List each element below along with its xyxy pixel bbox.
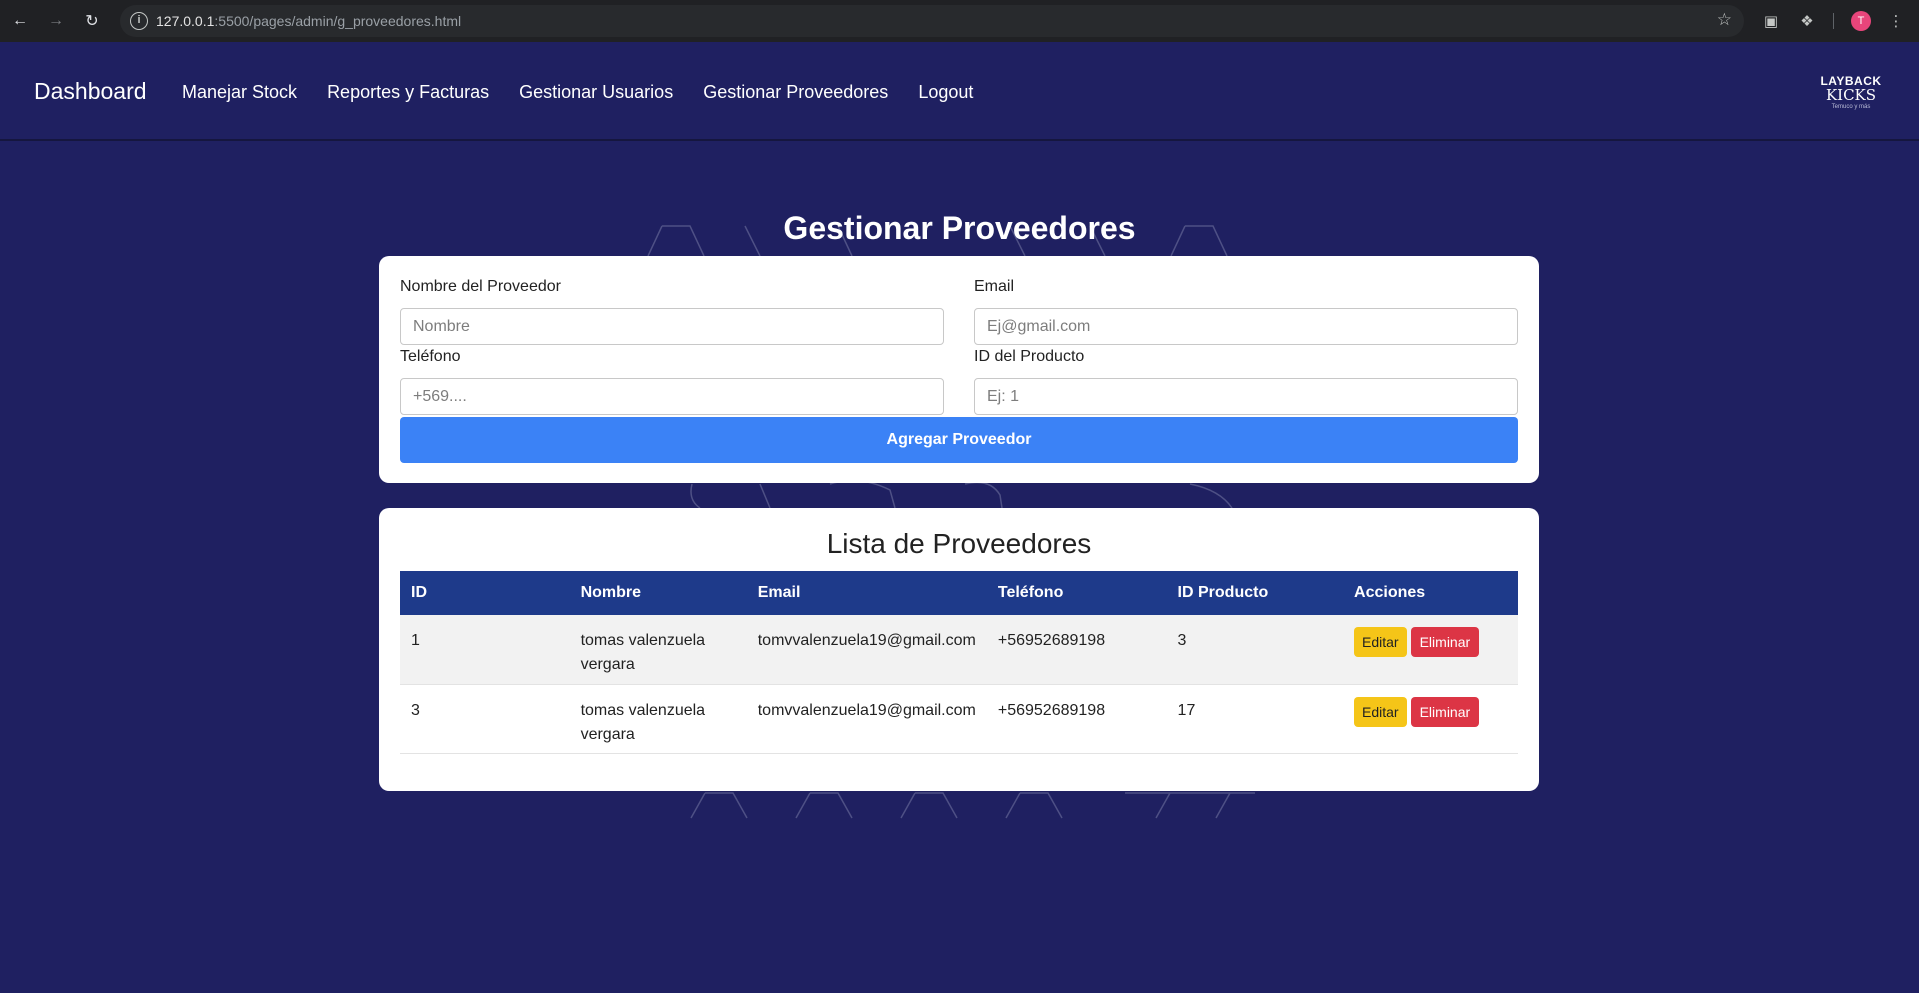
email-label: Email <box>974 278 1015 295</box>
header-nombre: Nombre <box>580 584 642 601</box>
name-input[interactable] <box>400 308 944 345</box>
header-id-producto: ID Producto <box>1177 584 1269 601</box>
header-acciones: Acciones <box>1354 584 1426 601</box>
url-text[interactable]: 127.0.0.1:5500/pages/admin/g_proveedores… <box>156 13 461 29</box>
background-watermark <box>647 225 1255 819</box>
reload-icon[interactable]: ↻ <box>81 10 103 32</box>
cell-acciones: Editar Eliminar <box>1343 615 1518 684</box>
nav-link-logout[interactable]: Logout <box>918 82 973 103</box>
cell-acciones: Editar Eliminar <box>1343 684 1518 753</box>
cell-email: tomvvalenzuela19@gmail.com <box>757 701 976 719</box>
address-bar[interactable]: i 127.0.0.1:5500/pages/admin/g_proveedor… <box>120 5 1744 37</box>
table-header-row: ID Nombre Email Teléfono ID Producto Acc… <box>400 571 1518 615</box>
table-row: 1 tomas valenzuela vergara tomvvalenzuel… <box>400 615 1518 684</box>
supplier-table: ID Nombre Email Teléfono ID Producto Acc… <box>400 571 1518 754</box>
list-title: Lista de Proveedores <box>826 528 1092 559</box>
cell-telefono: +56952689198 <box>997 701 1106 719</box>
cell-nombre: tomas valenzuela vergara <box>580 701 706 743</box>
name-label: Nombre del Proveedor <box>400 278 561 295</box>
extensions-icon[interactable]: ❖ <box>1796 10 1818 32</box>
table-row: 3 tomas valenzuela vergara tomvvalenzuel… <box>400 684 1518 753</box>
browser-toolbar: ← → ↻ i 127.0.0.1:5500/pages/admin/g_pro… <box>0 0 1919 42</box>
header-email: Email <box>757 584 801 601</box>
cell-id: 1 <box>411 632 420 649</box>
site-info-icon[interactable]: i <box>130 12 148 30</box>
brand-logo: LAYBACK KICKS Temuco y más <box>1820 74 1882 110</box>
edit-button[interactable]: Editar <box>1354 696 1407 727</box>
cell-id: 3 <box>411 701 420 719</box>
nav-link-manejar-stock[interactable]: Manejar Stock <box>182 82 297 103</box>
phone-input[interactable] <box>400 378 944 415</box>
forward-icon[interactable]: → <box>45 10 67 32</box>
delete-button[interactable]: Eliminar <box>1410 696 1480 727</box>
product-id-input[interactable] <box>974 378 1518 415</box>
add-supplier-button[interactable]: Agregar Proveedor <box>400 417 1518 463</box>
nav-links: Manejar Stock Reportes y Facturas Gestio… <box>182 82 973 103</box>
back-icon[interactable]: ← <box>9 10 31 32</box>
menu-dots-icon[interactable]: ⋮ <box>1885 10 1907 32</box>
cell-nombre: tomas valenzuela vergara <box>580 632 706 673</box>
supplier-list-card: Lista de Proveedores ID Nombre Email Tel… <box>379 508 1539 791</box>
product-id-label: ID del Producto <box>974 348 1085 365</box>
edit-button[interactable]: Editar <box>1354 627 1407 657</box>
reading-mode-icon[interactable]: ▣ <box>1760 10 1782 32</box>
toolbar-divider <box>1833 13 1834 29</box>
bookmark-star-icon[interactable]: ☆ <box>1717 10 1732 30</box>
main-navbar: Dashboard Manejar Stock Reportes y Factu… <box>0 42 1919 141</box>
cell-telefono: +56952689198 <box>997 632 1106 649</box>
nav-link-usuarios[interactable]: Gestionar Usuarios <box>519 82 673 103</box>
nav-link-reportes[interactable]: Reportes y Facturas <box>327 82 489 103</box>
cell-id-producto: 3 <box>1177 632 1187 649</box>
nav-link-proveedores[interactable]: Gestionar Proveedores <box>703 82 888 103</box>
cell-id-producto: 17 <box>1177 701 1196 719</box>
header-telefono: Teléfono <box>997 584 1064 601</box>
phone-label: Teléfono <box>400 348 461 365</box>
brand-link[interactable]: Dashboard <box>34 78 147 105</box>
profile-avatar[interactable]: T <box>1851 11 1871 31</box>
cell-email: tomvvalenzuela19@gmail.com <box>757 632 976 649</box>
email-input[interactable] <box>974 308 1518 345</box>
header-id: ID <box>411 584 427 601</box>
delete-button[interactable]: Eliminar <box>1410 627 1480 657</box>
supplier-form: Nombre del Proveedor Email Teléfono ID d… <box>379 256 1539 483</box>
page-title: Gestionar Proveedores <box>783 210 1136 246</box>
